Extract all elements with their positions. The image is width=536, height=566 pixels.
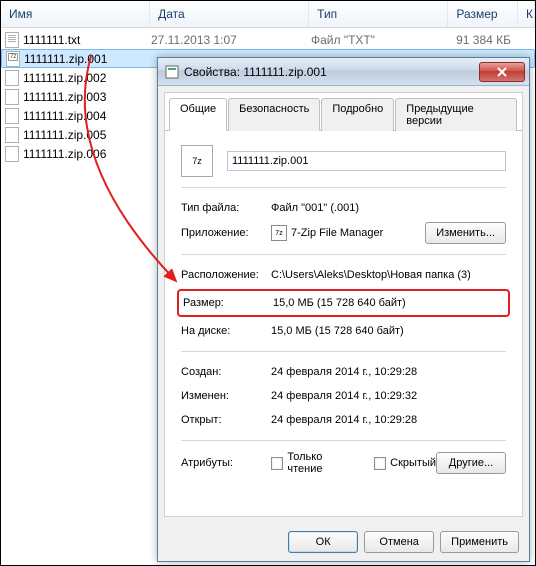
value-created: 24 февраля 2014 г., 10:29:28 xyxy=(271,366,506,378)
change-app-button[interactable]: Изменить... xyxy=(425,222,506,244)
value-modified: 24 февраля 2014 г., 10:29:32 xyxy=(271,390,506,402)
file-icon xyxy=(5,127,19,143)
dialog-body: Общие Безопасность Подробно Предыдущие в… xyxy=(164,92,523,517)
label-modified: Изменен: xyxy=(181,390,271,402)
ok-button[interactable]: ОК xyxy=(288,531,358,553)
separator xyxy=(181,254,506,255)
file-icon xyxy=(5,89,19,105)
col-header-extra[interactable]: К xyxy=(518,1,535,27)
sevenzip-icon: 7z xyxy=(271,225,287,241)
file-type-icon: 7z xyxy=(181,145,213,177)
col-header-size[interactable]: Размер xyxy=(448,1,518,27)
tab-security[interactable]: Безопасность xyxy=(228,98,320,131)
tab-content-general: 7z Тип файла: Файл "001" (.001) Приложен… xyxy=(165,131,522,516)
file-row[interactable]: 1111111.txt 27.11.2013 1:07Файл "TXT"91 3… xyxy=(1,30,535,49)
label-filetype: Тип файла: xyxy=(181,202,271,214)
file-icon xyxy=(5,32,19,48)
file-name: 1111111.zip.006 xyxy=(23,147,106,161)
filename-input[interactable] xyxy=(227,151,506,171)
col-header-type[interactable]: Тип xyxy=(309,1,448,27)
titlebar-app-icon xyxy=(164,64,180,80)
file-name: 1111111.zip.005 xyxy=(23,128,106,142)
file-size: 91 384 КБ xyxy=(451,33,521,47)
value-app-text: 7-Zip File Manager xyxy=(291,227,383,239)
apply-button[interactable]: Применить xyxy=(440,531,519,553)
file-date: 27.11.2013 1:07 xyxy=(151,33,311,47)
file-icon xyxy=(5,70,19,86)
file-name: 1111111.txt xyxy=(23,33,80,47)
separator xyxy=(181,440,506,441)
col-header-name[interactable]: Имя xyxy=(1,1,150,27)
separator xyxy=(181,187,506,188)
value-location: C:\Users\Aleks\Desktop\Новая папка (3) xyxy=(271,269,506,281)
file-name: 1111111.zip.002 xyxy=(23,71,106,85)
highlight-size-row: Размер: 15,0 МБ (15 728 640 байт) xyxy=(177,289,510,317)
value-app: 7z 7-Zip File Manager xyxy=(271,225,425,241)
explorer-column-headers: Имя Дата Тип Размер К xyxy=(1,1,535,28)
label-attributes: Атрибуты: xyxy=(181,457,271,469)
dialog-title: Свойства: 1111111.zip.001 xyxy=(184,65,479,79)
col-header-date[interactable]: Дата xyxy=(150,1,309,27)
properties-dialog: Свойства: 1111111.zip.001 Общие Безопасн… xyxy=(157,57,530,562)
other-attributes-button[interactable]: Другие... xyxy=(436,452,506,474)
label-readonly: Только чтение xyxy=(287,451,356,475)
label-created: Создан: xyxy=(181,366,271,378)
label-size: Размер: xyxy=(183,297,273,309)
tabstrip: Общие Безопасность Подробно Предыдущие в… xyxy=(165,93,522,131)
value-filetype: Файл "001" (.001) xyxy=(271,202,506,214)
file-name: 1111111.zip.003 xyxy=(23,90,106,104)
close-button[interactable] xyxy=(479,62,525,82)
checkbox-readonly[interactable] xyxy=(271,457,283,470)
label-location: Расположение: xyxy=(181,269,271,281)
close-icon xyxy=(497,67,507,77)
tab-details[interactable]: Подробно xyxy=(321,98,394,131)
value-accessed: 24 февраля 2014 г., 10:29:28 xyxy=(271,414,506,426)
tab-previous[interactable]: Предыдущие версии xyxy=(395,98,517,131)
label-hidden: Скрытый xyxy=(390,457,436,469)
file-icon xyxy=(5,146,19,162)
separator xyxy=(181,351,506,352)
file-type: Файл "TXT" xyxy=(311,33,451,47)
file-icon xyxy=(6,51,20,67)
dialog-button-row: ОК Отмена Применить xyxy=(158,523,529,561)
label-app: Приложение: xyxy=(181,227,271,239)
cancel-button[interactable]: Отмена xyxy=(364,531,434,553)
dialog-titlebar[interactable]: Свойства: 1111111.zip.001 xyxy=(158,58,529,86)
value-ondisk: 15,0 МБ (15 728 640 байт) xyxy=(271,325,506,337)
file-icon xyxy=(5,108,19,124)
file-name: 1111111.zip.001 xyxy=(24,52,107,66)
label-accessed: Открыт: xyxy=(181,414,271,426)
value-size: 15,0 МБ (15 728 640 байт) xyxy=(273,297,504,309)
file-name: 1111111.zip.004 xyxy=(23,109,106,123)
tab-general[interactable]: Общие xyxy=(169,98,227,131)
label-ondisk: На диске: xyxy=(181,325,271,337)
checkbox-hidden[interactable] xyxy=(374,457,386,470)
